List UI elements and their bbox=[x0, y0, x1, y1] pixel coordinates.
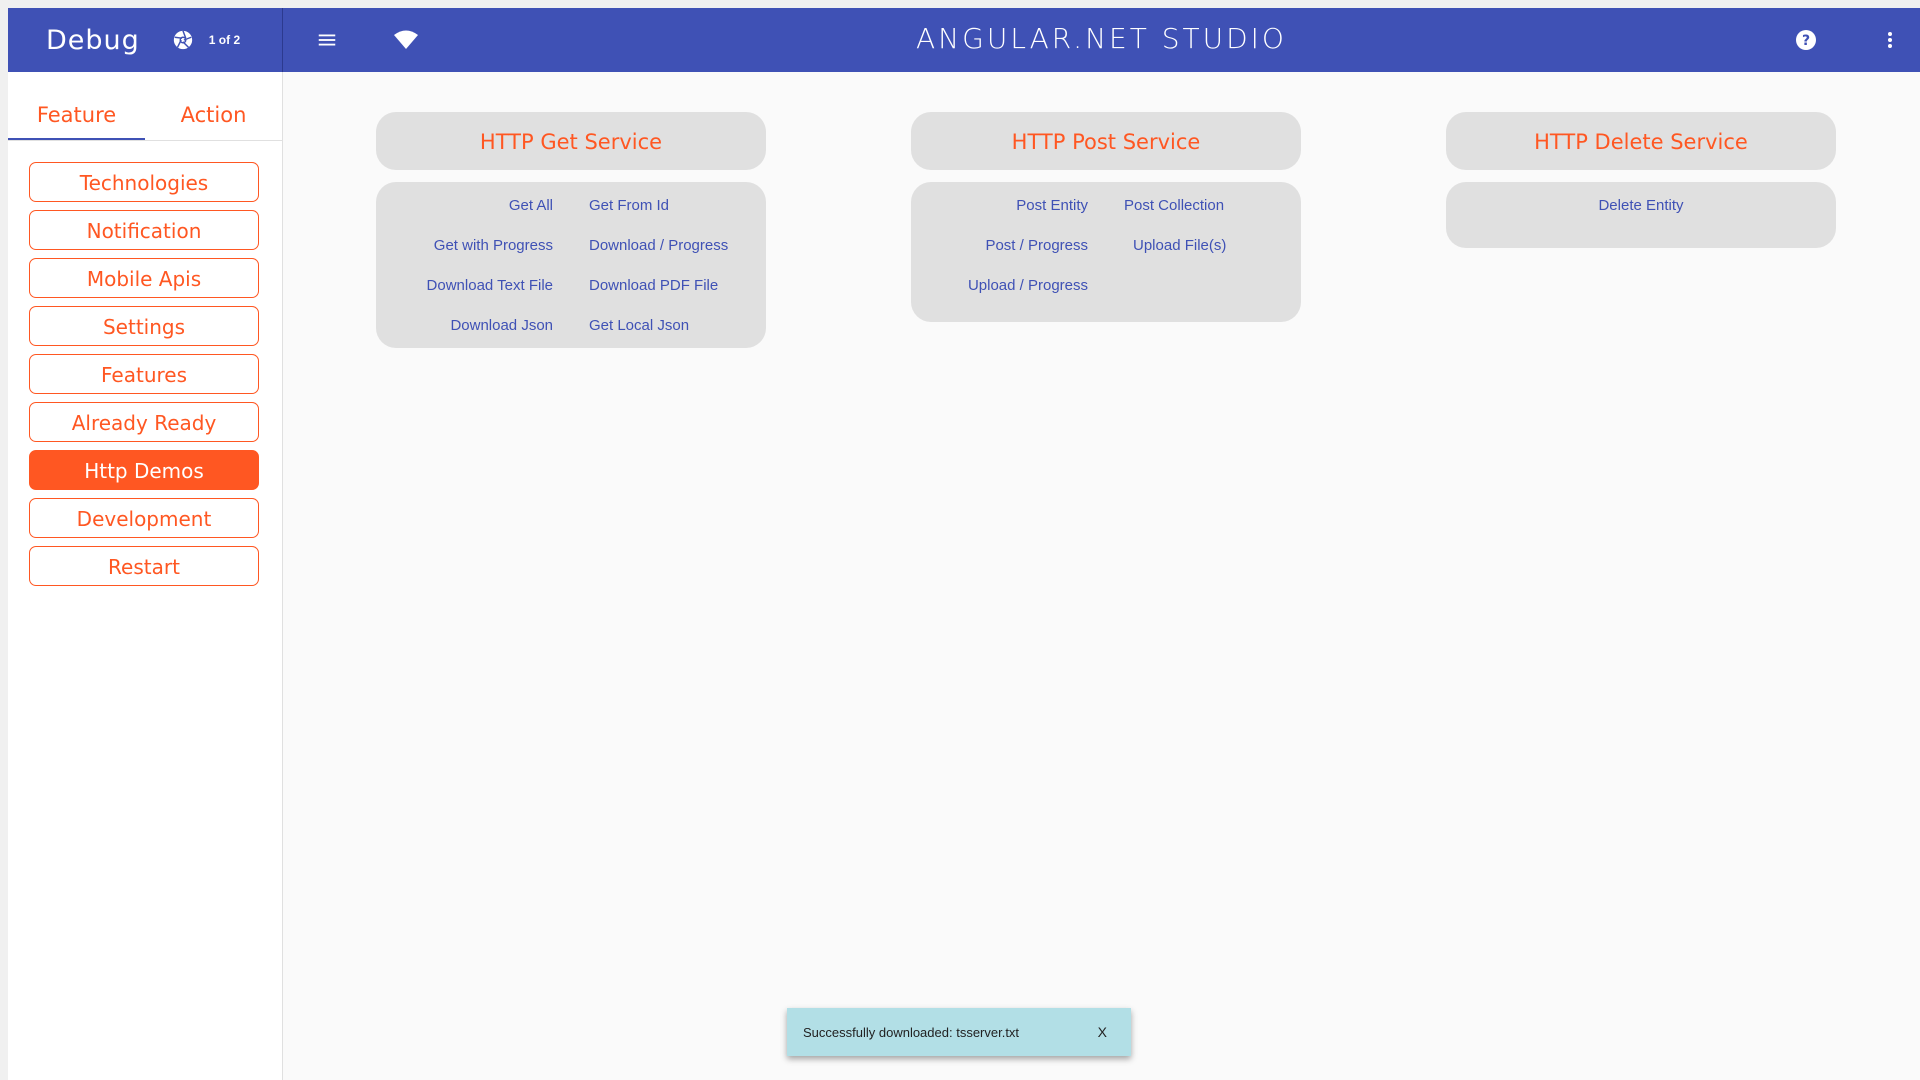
nav-settings-button[interactable]: Settings bbox=[29, 306, 259, 346]
nav-technologies-button[interactable]: Technologies bbox=[29, 162, 259, 202]
http-delete-service-card: HTTP Delete Service Delete Entity bbox=[1446, 112, 1836, 248]
snackbar: Successfully downloaded: tsserver.txt X bbox=[787, 1008, 1131, 1056]
tab-feature[interactable]: Feature bbox=[8, 72, 145, 140]
more-vert-icon[interactable] bbox=[1878, 28, 1902, 52]
http-get-service-title: HTTP Get Service bbox=[376, 112, 766, 170]
nav-restart-button[interactable]: Restart bbox=[29, 546, 259, 586]
nav-features-button[interactable]: Features bbox=[29, 354, 259, 394]
upload-progress-link[interactable]: Upload / Progress bbox=[911, 276, 1088, 296]
http-get-service-links: Get All Get From Id Get with Progress Do… bbox=[376, 182, 766, 348]
post-collection-link[interactable]: Post Collection bbox=[1124, 196, 1301, 216]
download-progress-link[interactable]: Download / Progress bbox=[589, 236, 766, 256]
nav-mobile-apis-button[interactable]: Mobile Apis bbox=[29, 258, 259, 298]
upload-files-link[interactable]: Upload File(s) bbox=[1124, 236, 1301, 256]
http-post-service-links: Post Entity Post Collection Post / Progr… bbox=[911, 182, 1301, 322]
http-get-service-card: HTTP Get Service Get All Get From Id Get… bbox=[376, 112, 766, 348]
get-from-id-link[interactable]: Get From Id bbox=[589, 196, 766, 216]
delete-entity-link[interactable]: Delete Entity bbox=[1598, 197, 1683, 214]
nav-notification-button[interactable]: Notification bbox=[29, 210, 259, 250]
download-text-file-link[interactable]: Download Text File bbox=[376, 276, 553, 296]
nav-http-demos-button[interactable]: Http Demos bbox=[29, 450, 259, 490]
snackbar-message: Successfully downloaded: tsserver.txt bbox=[803, 1024, 1020, 1040]
nav-already-ready-button[interactable]: Already Ready bbox=[29, 402, 259, 442]
nav-development-button[interactable]: Development bbox=[29, 498, 259, 538]
app-title: ANGULAR.NET STUDIO bbox=[916, 22, 1287, 55]
sidebar-tabs: Feature Action bbox=[8, 72, 282, 141]
sidebar-header: Debug 1 of 2 bbox=[8, 8, 283, 72]
http-post-service-card: HTTP Post Service Post Entity Post Colle… bbox=[911, 112, 1301, 322]
get-all-link[interactable]: Get All bbox=[376, 196, 553, 216]
get-local-json-link[interactable]: Get Local Json bbox=[589, 316, 766, 336]
download-pdf-file-link[interactable]: Download PDF File bbox=[589, 276, 766, 296]
download-json-link[interactable]: Download Json bbox=[376, 316, 553, 336]
http-delete-service-links: Delete Entity bbox=[1446, 182, 1836, 248]
http-post-service-title: HTTP Post Service bbox=[911, 112, 1301, 170]
http-delete-service-title: HTTP Delete Service bbox=[1446, 112, 1836, 170]
svg-text:?: ? bbox=[1802, 33, 1810, 49]
sidebar: Feature Action Technologies Notification… bbox=[8, 72, 283, 1080]
sidebar-nav: Technologies Notification Mobile Apis Se… bbox=[8, 141, 282, 586]
debug-title: Debug bbox=[46, 24, 140, 56]
get-with-progress-link[interactable]: Get with Progress bbox=[376, 236, 553, 256]
help-icon[interactable]: ? bbox=[1794, 28, 1818, 52]
tab-action[interactable]: Action bbox=[145, 72, 282, 140]
snackbar-close-button[interactable]: X bbox=[1098, 1024, 1107, 1040]
aperture-icon[interactable] bbox=[172, 29, 194, 51]
main-content: HTTP Get Service Get All Get From Id Get… bbox=[283, 72, 1920, 1080]
app-root: Debug 1 of 2 ANGULAR.NET STUDIO ? Featur… bbox=[8, 8, 1920, 1080]
post-entity-link[interactable]: Post Entity bbox=[911, 196, 1088, 216]
post-progress-link[interactable]: Post / Progress bbox=[911, 236, 1088, 256]
page-indicator: 1 of 2 bbox=[208, 33, 241, 47]
app-toolbar: ANGULAR.NET STUDIO ? bbox=[283, 8, 1920, 72]
